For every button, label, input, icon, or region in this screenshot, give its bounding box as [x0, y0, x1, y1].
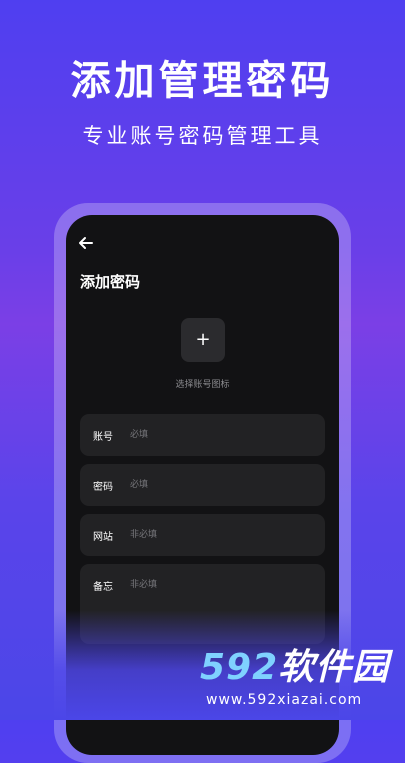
website-field-label: 网站 [93, 532, 113, 543]
watermark-text: 软件园 [278, 647, 390, 688]
watermark: 592软件园 www.592xiazai.com [200, 638, 400, 718]
memo-field-label: 备忘 [93, 582, 113, 593]
account-field-label: 账号 [93, 432, 113, 443]
plus-icon: + [195, 329, 211, 350]
password-field-label: 密码 [93, 482, 113, 493]
page-title: 添加密码 [80, 273, 141, 291]
watermark-number: 592 [200, 647, 279, 688]
icon-picker-button[interactable]: + [181, 318, 225, 362]
password-field[interactable]: 密码 [80, 464, 325, 506]
icon-picker-label: 选择账号图标 [175, 380, 230, 390]
website-field[interactable]: 网站 [80, 514, 325, 556]
watermark-logo: 592软件园 [200, 638, 389, 690]
password-input[interactable] [130, 476, 310, 494]
website-input[interactable] [130, 526, 310, 544]
hero-title: 添加管理密码 [70, 58, 335, 104]
watermark-url: www.592xiazai.com [206, 692, 363, 708]
account-field[interactable]: 账号 [80, 414, 325, 456]
memo-input[interactable] [130, 576, 310, 594]
hero-subtitle: 专业账号密码管理工具 [82, 124, 323, 148]
account-input[interactable] [130, 426, 310, 444]
back-arrow-icon[interactable] [78, 235, 94, 251]
